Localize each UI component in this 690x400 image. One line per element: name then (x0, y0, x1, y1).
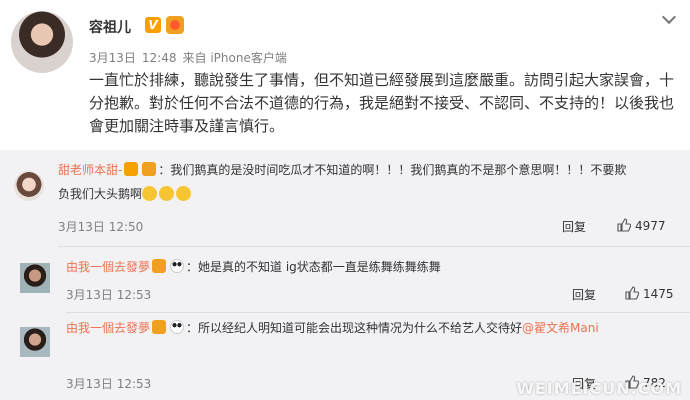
comment-date: 3月13日 12:50 (58, 220, 144, 234)
vip-badge-icon[interactable] (166, 16, 184, 34)
avatar[interactable] (20, 263, 50, 293)
thumbs-up-icon (617, 218, 631, 232)
comment-text: 由我一個去發夢 ：她是真的不知道 ig状态都一直是练舞练舞练舞 (66, 255, 646, 279)
avatar[interactable] (20, 327, 50, 357)
comment-text: 甜老师本甜- ：我们鹅真的是没时间吃瓜才不知道的啊！！！我们鹅真的不是那个意思啊！… (58, 158, 638, 206)
comment-author[interactable]: 由我一個去發夢 (66, 260, 150, 274)
comment-body: ：所以经纪人明知道可能会出现这种情况为什么不给艺人交待好 (186, 321, 523, 335)
thumbs-up-icon (625, 286, 639, 300)
divider (66, 312, 690, 313)
mention-link[interactable]: @翟文希Mani (522, 321, 599, 335)
vip-badge-icon[interactable] (152, 320, 167, 334)
post-text: 一直忙於排練，聽說發生了事情，但不知道已經發展到這麼嚴重。訪問引起大家誤會，十分… (89, 71, 675, 135)
post-username[interactable]: 容祖儿 (89, 17, 131, 37)
post-time[interactable]: 12:48 (142, 51, 177, 65)
watermark: WEIMEICUN.COM (516, 379, 682, 398)
comment-author[interactable]: 甜老师本甜- (58, 163, 122, 177)
post-meta: 3月13日 12:48 来自 iPhone客户端 (89, 49, 293, 66)
chevron-down-icon[interactable] (661, 9, 677, 25)
comment-body: ：她是真的不知道 ig状态都一直是练舞练舞练舞 (186, 260, 441, 274)
like-count: 4977 (635, 219, 666, 233)
like-count: 1475 (643, 287, 674, 301)
like-button[interactable]: 4977 (617, 218, 666, 233)
reply-button[interactable]: 回复 (562, 218, 586, 235)
comment-list: 甜老师本甜- ：我们鹅真的是没时间吃瓜才不知道的啊！！！我们鹅真的不是那个意思啊！… (0, 150, 690, 400)
vip-badge-icon[interactable] (142, 162, 157, 176)
post-date[interactable]: 3月13日 (89, 51, 136, 65)
verified-v-icon (124, 162, 139, 176)
divider (58, 246, 690, 247)
avatar[interactable] (11, 11, 73, 73)
verified-v-icon: V (145, 17, 161, 33)
panda-icon (170, 320, 185, 334)
sad-emoji-icon (176, 186, 192, 201)
post-source: 来自 iPhone客户端 (182, 51, 287, 65)
weibo-post: 容祖儿 V 3月13日 12:48 来自 iPhone客户端 一直忙於排練，聽說發生… (0, 0, 690, 150)
comment-text: 由我一個去發夢 ：所以经纪人明知道可能会出现这种情况为什么不给艺人交待好@翟文希M… (66, 316, 676, 340)
panda-icon (170, 259, 185, 273)
like-button[interactable]: 1475 (625, 286, 674, 301)
avatar[interactable] (14, 171, 44, 201)
vip-badge-icon[interactable] (152, 259, 167, 273)
comment-date: 3月13日 12:53 (66, 288, 152, 302)
sad-emoji-icon (142, 186, 158, 201)
comment-author[interactable]: 由我一個去發夢 (66, 321, 150, 335)
reply-button[interactable]: 回复 (572, 286, 596, 303)
sad-emoji-icon (159, 186, 175, 201)
comment-date: 3月13日 12:53 (66, 377, 152, 391)
